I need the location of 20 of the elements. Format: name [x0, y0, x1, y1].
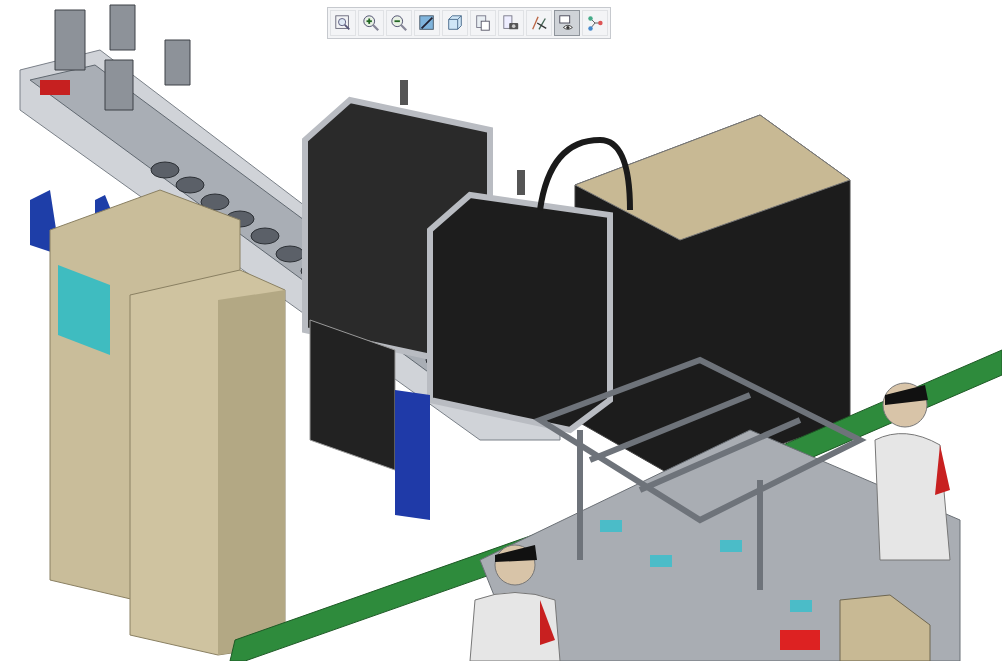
crossed-lines-icon — [530, 14, 548, 32]
zoom-in-button[interactable] — [358, 10, 384, 36]
camera-button[interactable] — [498, 10, 524, 36]
zoom-fit-button[interactable] — [330, 10, 356, 36]
nodes-icon — [586, 14, 604, 32]
layers-button[interactable] — [470, 10, 496, 36]
cube-icon — [446, 14, 464, 32]
zoom-in-icon — [362, 14, 380, 32]
datum-button[interactable] — [526, 10, 552, 36]
shaded-square-icon — [418, 14, 436, 32]
zoom-fit-icon — [334, 14, 352, 32]
network-button[interactable] — [582, 10, 608, 36]
pages-icon — [474, 14, 492, 32]
shading-button[interactable] — [414, 10, 440, 36]
zoom-out-icon — [390, 14, 408, 32]
visibility-button[interactable] — [554, 10, 580, 36]
eye-icon — [558, 14, 576, 32]
zoom-out-button[interactable] — [386, 10, 412, 36]
view-cube-button[interactable] — [442, 10, 468, 36]
camera-icon — [502, 14, 520, 32]
